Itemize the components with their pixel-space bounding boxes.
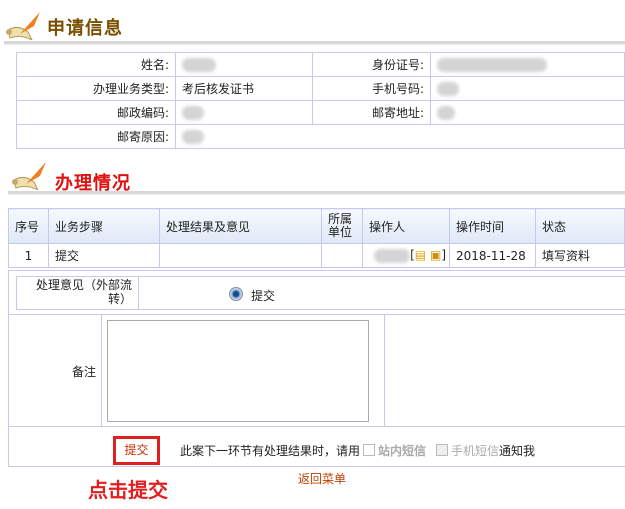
- submit-button[interactable]: 提交: [113, 436, 160, 465]
- phone-icon[interactable]: ▣: [430, 248, 441, 262]
- col-header: 业务步骤: [48, 208, 160, 244]
- cell-no: 1: [8, 243, 49, 268]
- radio-submit[interactable]: [229, 287, 243, 301]
- operator-redacted: [374, 248, 411, 263]
- site-message-checkbox[interactable]: [363, 444, 376, 456]
- name-value-redacted: [182, 57, 216, 72]
- table-row: 1 提交 [▤ ▣] 2018-11-28 填写资料: [8, 243, 625, 268]
- type-value: 考后核发证书: [175, 76, 313, 101]
- cell-status: 填写资料: [535, 243, 625, 268]
- type-label: 办理业务类型:: [16, 76, 176, 101]
- sms-checkbox[interactable]: [436, 444, 449, 456]
- quill-scroll-icon: [12, 162, 46, 190]
- site-message-label: 站内短信: [378, 444, 427, 458]
- id-value-redacted: [437, 57, 547, 72]
- phone-label: 手机号码:: [312, 76, 431, 101]
- radio-submit-label: 提交: [251, 289, 276, 303]
- name-label: 姓名:: [16, 52, 176, 77]
- col-header: 所属单位: [321, 208, 363, 244]
- back-to-menu-link[interactable]: 返回菜单: [298, 470, 346, 487]
- notify-row: 此案下一环节有处理结果时，请用 站内短信 手机短信通知我: [180, 442, 535, 459]
- message-icon[interactable]: ▤: [415, 248, 426, 262]
- cell-step: 提交: [48, 243, 160, 268]
- quill-scroll-icon: [6, 12, 40, 40]
- col-header: 处理结果及意见: [159, 208, 322, 244]
- remark-textarea[interactable]: [107, 320, 369, 422]
- reason-value-redacted: [182, 129, 204, 144]
- reason-label: 邮寄原因:: [16, 124, 176, 149]
- zip-value-redacted: [182, 105, 204, 120]
- cell-time: 2018-11-28: [449, 243, 536, 268]
- remark-label: 备注: [72, 365, 97, 379]
- divider: [8, 191, 625, 195]
- annotation-click-submit: 点击提交: [88, 478, 168, 502]
- col-header: 操作时间: [449, 208, 536, 244]
- sms-label: 手机短信: [451, 444, 500, 458]
- cell-result: [159, 243, 322, 268]
- col-header: 状态: [535, 208, 625, 244]
- addr-label: 邮寄地址:: [312, 100, 431, 125]
- id-label: 身份证号:: [312, 52, 431, 77]
- notify-suffix: 通知我: [499, 444, 536, 458]
- zip-label: 邮政编码:: [16, 100, 176, 125]
- process-table: 序号 业务步骤 处理结果及意见 所属单位 操作人 操作时间 状态 1 提交 [▤ ▣] 2018-…: [8, 208, 625, 268]
- notify-prefix: 此案下一环节有处理结果时，请用: [180, 444, 361, 458]
- application-info-table: 姓名: 身份证号: 办理业务类型: 考后核发证书 手机号码: 邮政编码: 邮寄地址: 邮…: [16, 52, 625, 149]
- phone-value-redacted: [437, 81, 459, 96]
- divider: [4, 41, 625, 45]
- col-header: 操作人: [362, 208, 450, 244]
- col-header: 序号: [8, 208, 49, 244]
- cell-unit: [321, 243, 363, 268]
- section-title-application-info: 申请信息: [47, 18, 123, 39]
- addr-value-redacted: [437, 105, 455, 120]
- opinion-label: 处理意见（外部流转）: [35, 278, 132, 306]
